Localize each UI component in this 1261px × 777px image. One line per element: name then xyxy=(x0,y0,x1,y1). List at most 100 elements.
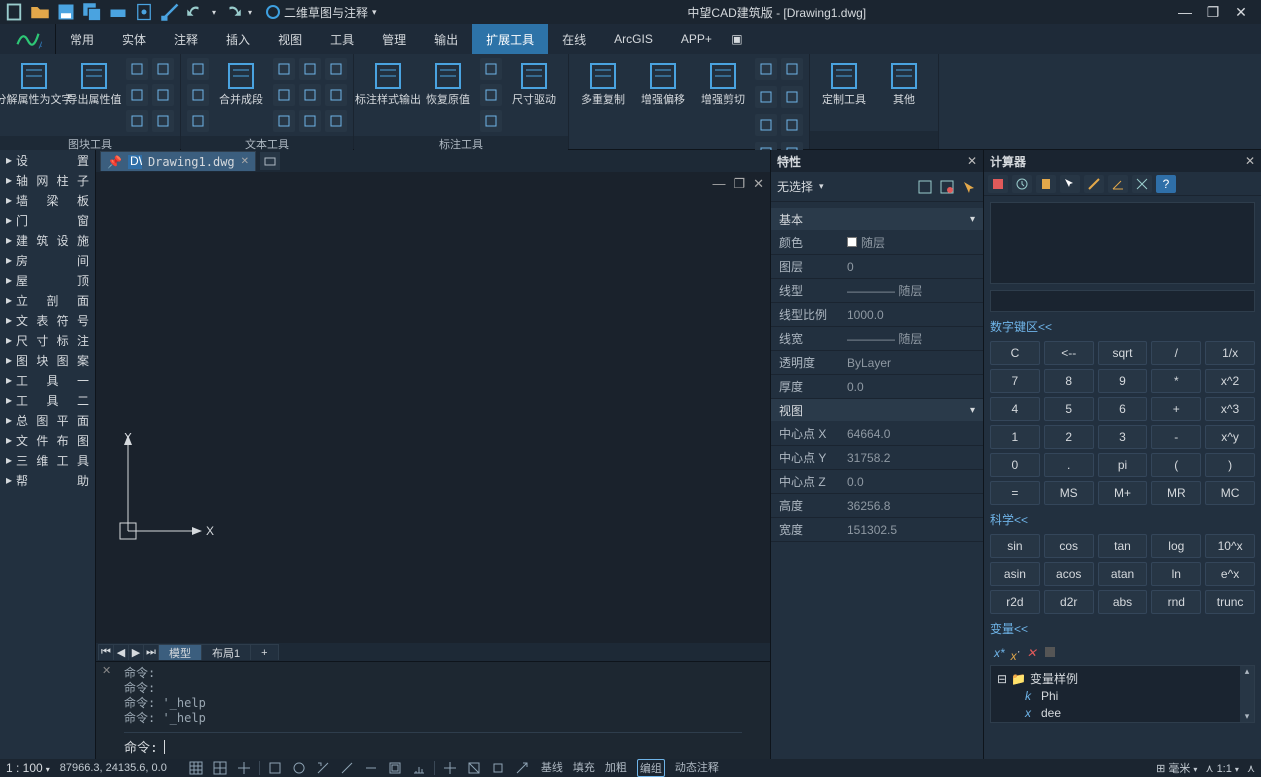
palette-item[interactable]: ▸墙 梁 板 xyxy=(0,190,95,210)
palette-item[interactable]: ▸文表符号 xyxy=(0,310,95,330)
calc-key[interactable]: d2r xyxy=(1044,590,1094,614)
palette-item[interactable]: ▸房 间 xyxy=(0,250,95,270)
ribbon-small-button[interactable] xyxy=(299,110,321,132)
prop-row[interactable]: 线型比例1000.0 xyxy=(771,303,983,327)
prop-row[interactable]: 中心点 X64664.0 xyxy=(771,422,983,446)
status-icon[interactable] xyxy=(338,760,356,776)
ribbon-small-button[interactable] xyxy=(273,84,295,106)
calc-key[interactable]: MS xyxy=(1044,481,1094,505)
document-tab[interactable]: 📌 DWG Drawing1.dwg ✕ xyxy=(100,151,256,171)
qat-plot-icon[interactable] xyxy=(108,3,128,21)
calc-key[interactable]: log xyxy=(1151,534,1201,558)
var-edit-icon[interactable]: x· xyxy=(1011,644,1021,663)
calc-key[interactable]: asin xyxy=(990,562,1040,586)
properties-close-icon[interactable]: ✕ xyxy=(967,154,977,168)
ribbon-tab[interactable]: 实体 xyxy=(108,24,160,54)
toggle-pickadd-icon[interactable] xyxy=(917,179,933,195)
prop-row[interactable]: 高度36256.8 xyxy=(771,494,983,518)
status-annoscale-icon[interactable]: ⋏ 1:1 ▾ xyxy=(1205,762,1239,775)
ribbon-small-button[interactable] xyxy=(126,84,148,106)
ribbon-small-button[interactable] xyxy=(187,84,209,106)
calc-key[interactable]: ( xyxy=(1151,453,1201,477)
ribbon-expand-icon[interactable]: ▣ xyxy=(726,24,748,54)
ribbon-small-button[interactable] xyxy=(781,58,803,80)
ribbon-tab[interactable]: 在线 xyxy=(548,24,600,54)
calc-key[interactable]: x^y xyxy=(1205,425,1255,449)
numpad-header[interactable]: 数字键区<< xyxy=(990,318,1255,335)
calc-key[interactable]: MC xyxy=(1205,481,1255,505)
workspace-selector[interactable]: 二维草图与注释 ▾ xyxy=(266,4,377,21)
minimize-icon[interactable]: — xyxy=(1177,4,1193,21)
view-minimize-icon[interactable]: — xyxy=(712,176,725,192)
ribbon-small-button[interactable] xyxy=(480,110,502,132)
calc-key[interactable]: - xyxy=(1151,425,1201,449)
calc-intersect-icon[interactable] xyxy=(1132,175,1152,193)
layout-nav[interactable]: ◀ xyxy=(113,644,129,660)
calc-key[interactable]: tan xyxy=(1098,534,1148,558)
ribbon-button[interactable]: 分解属性为文字 xyxy=(6,58,62,107)
status-icon[interactable] xyxy=(410,760,428,776)
qat-undo-drop[interactable]: ▾ xyxy=(212,8,216,17)
prop-row[interactable]: 厚度0.0 xyxy=(771,375,983,399)
calc-distance-icon[interactable] xyxy=(1084,175,1104,193)
var-new-icon[interactable]: x* xyxy=(994,646,1005,660)
ribbon-small-button[interactable] xyxy=(273,110,295,132)
calc-angle-icon[interactable] xyxy=(1108,175,1128,193)
calc-key[interactable]: 2 xyxy=(1044,425,1094,449)
ribbon-small-button[interactable] xyxy=(781,86,803,108)
calc-key[interactable]: 6 xyxy=(1098,397,1148,421)
quickselect-icon[interactable] xyxy=(961,179,977,195)
ribbon-small-button[interactable] xyxy=(480,84,502,106)
calc-key[interactable]: abs xyxy=(1098,590,1148,614)
ribbon-small-button[interactable] xyxy=(187,58,209,80)
layout-tab[interactable]: 模型 xyxy=(158,644,202,660)
calc-key[interactable]: <-- xyxy=(1044,341,1094,365)
ribbon-tab[interactable]: 管理 xyxy=(368,24,420,54)
status-toggle[interactable]: 基线 xyxy=(541,759,563,777)
palette-item[interactable]: ▸总图平面 xyxy=(0,410,95,430)
status-icon[interactable] xyxy=(235,760,253,776)
ribbon-small-button[interactable] xyxy=(325,58,347,80)
calc-key[interactable]: C xyxy=(990,341,1040,365)
qat-new-icon[interactable] xyxy=(4,3,24,21)
qat-save-icon[interactable] xyxy=(56,3,76,21)
calc-key[interactable]: / xyxy=(1151,341,1201,365)
palette-item[interactable]: ▸设 置 xyxy=(0,150,95,170)
scrollbar[interactable]: ▴▾ xyxy=(1240,666,1254,722)
layout-nav[interactable]: ▶ xyxy=(128,644,144,660)
ribbon-small-button[interactable] xyxy=(325,84,347,106)
calc-paste-icon[interactable] xyxy=(1036,175,1056,193)
palette-item[interactable]: ▸建筑设施 xyxy=(0,230,95,250)
status-icon[interactable] xyxy=(211,760,229,776)
ribbon-button[interactable]: 多重复制 xyxy=(575,58,631,107)
tab-close-icon[interactable]: ✕ xyxy=(241,156,249,167)
ribbon-small-button[interactable] xyxy=(480,58,502,80)
calc-getpoint-icon[interactable] xyxy=(1060,175,1080,193)
ribbon-tab[interactable]: APP+ xyxy=(667,24,726,54)
calc-key[interactable]: x^3 xyxy=(1205,397,1255,421)
prop-category-header[interactable]: 视图▾ xyxy=(771,399,983,421)
prop-category-header[interactable]: 基本▾ xyxy=(771,208,983,230)
calc-key[interactable]: 9 xyxy=(1098,369,1148,393)
prop-row[interactable]: 颜色随层 xyxy=(771,231,983,255)
ribbon-button[interactable]: 导出属性值 xyxy=(66,58,122,107)
close-icon[interactable]: ✕ xyxy=(1233,4,1249,21)
ribbon-small-button[interactable] xyxy=(325,110,347,132)
ribbon-tab[interactable]: 注释 xyxy=(160,24,212,54)
prop-row[interactable]: 透明度ByLayer xyxy=(771,351,983,375)
prop-row[interactable]: 中心点 Y31758.2 xyxy=(771,446,983,470)
var-delete-icon[interactable]: ✕ xyxy=(1027,646,1037,660)
status-icon[interactable] xyxy=(314,760,332,776)
var-item[interactable]: xdee xyxy=(993,704,1252,721)
calc-clear-icon[interactable] xyxy=(988,175,1008,193)
calc-key[interactable]: e^x xyxy=(1205,562,1255,586)
calc-key[interactable]: MR xyxy=(1151,481,1201,505)
ribbon-small-button[interactable] xyxy=(755,86,777,108)
qat-redo-icon[interactable] xyxy=(222,3,242,21)
status-icon[interactable] xyxy=(513,760,531,776)
palette-item[interactable]: ▸三维工具 xyxy=(0,450,95,470)
calc-key[interactable]: trunc xyxy=(1205,590,1255,614)
calc-key[interactable]: . xyxy=(1044,453,1094,477)
status-icon[interactable] xyxy=(465,760,483,776)
status-toggle[interactable]: 动态注释 xyxy=(675,759,719,777)
